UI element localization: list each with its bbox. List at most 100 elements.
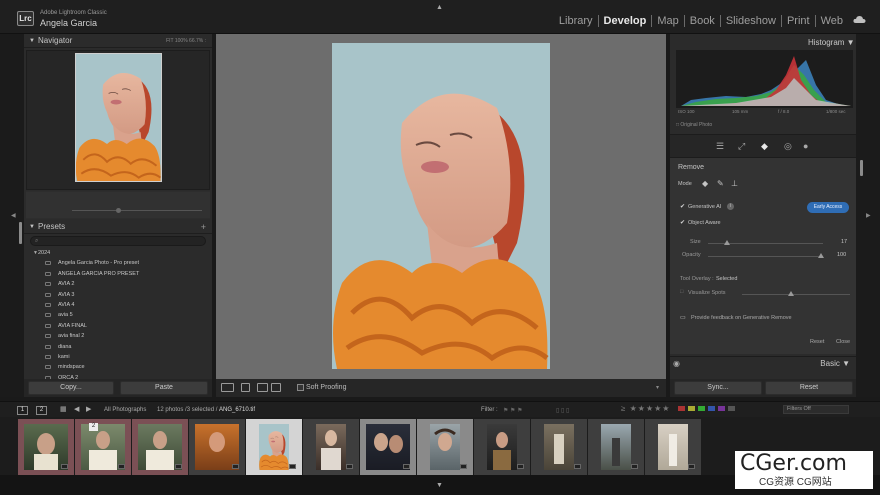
red-eye-icon[interactable]: ◎ — [784, 141, 792, 152]
preset-item[interactable]: AVIA 2 — [24, 279, 212, 289]
navigator-view-box[interactable] — [75, 53, 162, 182]
navigator-preview[interactable] — [26, 50, 210, 190]
color-label-yellow[interactable] — [688, 406, 695, 411]
collapse-bottom-arrow-icon[interactable]: ▼ — [436, 482, 443, 489]
visualize-spots-slider[interactable] — [742, 294, 850, 295]
filter-preset-select[interactable]: Filters Off — [783, 405, 849, 414]
reset-button[interactable]: Reset — [765, 381, 853, 395]
edit-filter-icons[interactable]: ▯ ▯ ▯ — [556, 407, 569, 414]
filmstrip-thumb-current[interactable] — [246, 419, 302, 475]
info-icon[interactable]: i — [727, 203, 734, 210]
loupe-view-icon[interactable] — [221, 383, 234, 392]
before-after-split-icon[interactable] — [257, 383, 268, 392]
feedback-link[interactable]: Provide feedback on Generative Remove — [691, 315, 792, 321]
window-1-button[interactable]: 1 — [17, 406, 28, 415]
filmstrip-thumb[interactable] — [474, 419, 530, 475]
filmstrip-thumb[interactable] — [531, 419, 587, 475]
eye-icon[interactable]: ◉ — [673, 359, 680, 368]
preset-item[interactable]: diana — [24, 342, 212, 352]
rating-filter[interactable]: ≥ ★★★★★ — [621, 404, 670, 413]
original-photo-toggle[interactable]: □ Original Photo — [676, 122, 712, 128]
heal-brush-icon[interactable]: ✎ — [717, 179, 724, 188]
collapse-top-arrow-icon[interactable]: ▲ — [436, 4, 443, 11]
back-arrow-icon[interactable]: ◀ — [74, 405, 79, 413]
module-web[interactable]: Web — [816, 15, 848, 27]
color-label-purple[interactable] — [718, 406, 725, 411]
module-develop[interactable]: Develop — [599, 15, 653, 27]
filmstrip-thumb[interactable] — [132, 419, 188, 475]
sliders-icon[interactable]: ☰ — [716, 141, 724, 152]
filmstrip-thumb[interactable] — [417, 419, 473, 475]
sync-button[interactable]: Sync... — [674, 381, 762, 395]
generative-ai-checkbox[interactable]: ✔ — [680, 204, 686, 210]
preset-item[interactable]: AVIA 3 — [24, 290, 212, 300]
filmstrip-source[interactable]: All Photographs — [104, 407, 146, 413]
filmstrip-thumb[interactable]: 2 — [75, 419, 131, 475]
visualize-spots-knob[interactable] — [788, 291, 794, 296]
module-print[interactable]: Print — [782, 15, 816, 27]
filmstrip-thumb[interactable] — [189, 419, 245, 475]
early-access-badge[interactable]: Early Access — [807, 202, 849, 213]
before-after-icon[interactable] — [241, 383, 250, 392]
masking-icon[interactable]: ● — [803, 141, 808, 151]
opacity-slider[interactable] — [708, 256, 823, 257]
color-label-blue[interactable] — [708, 406, 715, 411]
size-value[interactable]: 17 — [841, 239, 847, 245]
preset-item[interactable]: ANGELA GARCIA PRO PRESET — [24, 269, 212, 279]
current-filename[interactable]: ANG_6710.tif — [219, 407, 255, 413]
filmstrip-thumb[interactable] — [360, 419, 416, 475]
opacity-value[interactable]: 100 — [837, 252, 846, 258]
cloud-icon[interactable] — [853, 15, 866, 24]
preset-item[interactable]: AVIA FINAL — [24, 321, 212, 331]
histogram-title[interactable]: Histogram ▼ — [808, 38, 855, 47]
flag-filter-icons[interactable]: ⚑ ⚑ ⚑ — [503, 407, 522, 414]
size-slider-knob[interactable] — [724, 240, 730, 245]
forward-arrow-icon[interactable]: ▶ — [86, 405, 91, 413]
eraser-mode-icon[interactable]: ◆ — [702, 179, 708, 188]
preset-item[interactable]: Angela Garcia Photo - Pro preset — [24, 258, 212, 268]
color-label-other[interactable] — [728, 406, 735, 411]
basic-panel-header[interactable]: ◉ Basic ▼ — [670, 356, 856, 370]
preset-item[interactable]: kami — [24, 352, 212, 362]
module-slideshow[interactable]: Slideshow — [721, 15, 782, 27]
collapse-right-arrow-icon[interactable]: ▶ — [866, 212, 871, 219]
preset-item[interactable]: AVIA 4 — [24, 300, 212, 310]
copy-button[interactable]: Copy... — [28, 381, 114, 395]
left-scrollbar[interactable] — [19, 222, 22, 244]
paste-button[interactable]: Paste — [120, 381, 208, 395]
object-aware-checkbox[interactable]: ✔ — [680, 220, 686, 226]
main-photo[interactable] — [332, 43, 550, 369]
histogram[interactable] — [676, 50, 853, 108]
opacity-slider-knob[interactable] — [818, 253, 824, 258]
module-book[interactable]: Book — [685, 15, 721, 27]
toolbar-chevron-icon[interactable]: ▾ — [656, 384, 659, 391]
module-map[interactable]: Map — [652, 15, 685, 27]
color-label-red[interactable] — [678, 406, 685, 411]
add-preset-icon[interactable]: + — [201, 220, 206, 234]
right-scrollbar[interactable] — [860, 160, 863, 176]
swap-settings-icon[interactable] — [271, 383, 281, 392]
color-label-green[interactable] — [698, 406, 705, 411]
tool-overlay-select[interactable]: Selected — [716, 276, 737, 282]
eraser-icon[interactable]: ◆ — [761, 141, 768, 152]
presets-header[interactable]: ▼ Presets + — [24, 220, 212, 234]
feedback-icon[interactable]: ▭ — [680, 314, 686, 321]
visualize-spots-checkbox[interactable]: □ — [680, 289, 683, 295]
soft-proofing-checkbox[interactable] — [297, 384, 304, 391]
navigator-header[interactable]: ▼ Navigator FIT 100% 66.7% : — [24, 34, 212, 48]
filmstrip-thumb[interactable] — [588, 419, 644, 475]
module-library[interactable]: Library — [554, 15, 599, 27]
preset-search-input[interactable]: ⌕ — [30, 236, 206, 246]
crop-icon[interactable]: ⤢ — [738, 141, 745, 152]
preset-item[interactable]: avia final 2 — [24, 331, 212, 341]
preset-group[interactable]: ▼ 2024 — [24, 248, 212, 258]
filmstrip-thumb[interactable] — [645, 419, 701, 475]
filmstrip-thumb[interactable] — [18, 419, 74, 475]
preset-item[interactable]: avia 5 — [24, 310, 212, 320]
remove-close-button[interactable]: Close — [836, 339, 850, 345]
preset-item[interactable]: mindspace — [24, 362, 212, 372]
collapse-left-arrow-icon[interactable]: ◀ — [11, 212, 16, 219]
remove-reset-button[interactable]: Reset — [810, 339, 824, 345]
clone-stamp-icon[interactable]: ⊥ — [731, 179, 738, 188]
navigator-zoom-options[interactable]: FIT 100% 66.7% : — [166, 34, 206, 48]
